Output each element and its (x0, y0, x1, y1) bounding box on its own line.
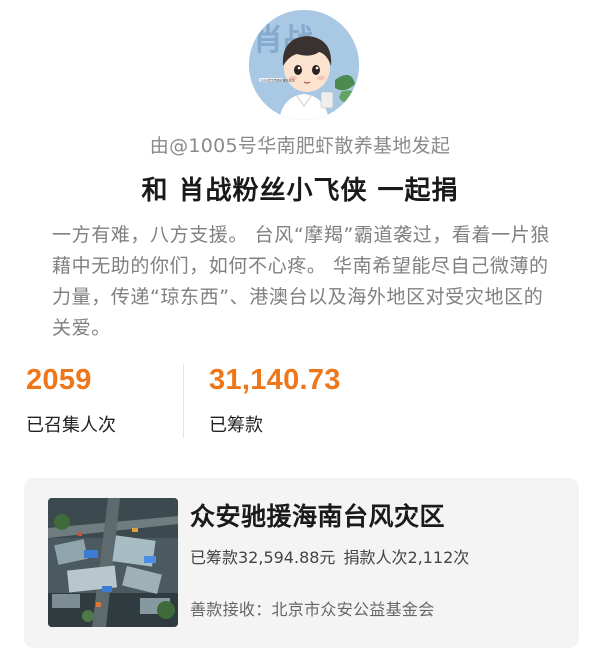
initiator-line[interactable]: 由@1005号华南肥虾散养基地发起 (0, 131, 600, 158)
participants-stat: 2059 已召集人次 (26, 364, 116, 437)
raised-stat: 31,140.73 已筹款 (209, 364, 341, 437)
avatar-watermark: 1005号华南肥虾散养基地 (260, 78, 295, 83)
raised-amount: 31,140.73 (209, 364, 341, 396)
raised-label: 已筹款 (209, 415, 263, 436)
campaign-description: 一方有难，八方支援。 台风“摩羯”霸道袭过，看着一片狼藉中无助的你们，如何不心疼… (52, 224, 550, 339)
participants-label: 已召集人次 (26, 415, 116, 436)
project-recipient: 善款接收：北京市众安公益基金会 (190, 600, 435, 619)
stats-divider (183, 364, 184, 438)
project-title: 众安驰援海南台风灾区 (190, 502, 446, 531)
campaign-headline: 和 肖战粉丝小飞侠 一起捐 (141, 176, 459, 206)
organizer-avatar[interactable]: 肖战 1005号华南肥虾散养基地 (249, 10, 359, 120)
disaster-aerial-photo-icon (48, 498, 178, 627)
project-thumbnail (48, 498, 178, 627)
project-raised: 已筹款32,594.88元 (190, 548, 336, 567)
participants-count: 2059 (26, 364, 92, 396)
project-stats: 已筹款32,594.88元 捐款人次2,112次 (190, 544, 469, 568)
cartoon-boy-avatar-icon: 肖战 1005号华南肥虾散养基地 (249, 10, 359, 120)
project-donors: 捐款人次2,112次 (343, 548, 470, 567)
project-card[interactable]: 众安驰援海南台风灾区 已筹款32,594.88元 捐款人次2,112次 善款接收：… (24, 478, 579, 648)
